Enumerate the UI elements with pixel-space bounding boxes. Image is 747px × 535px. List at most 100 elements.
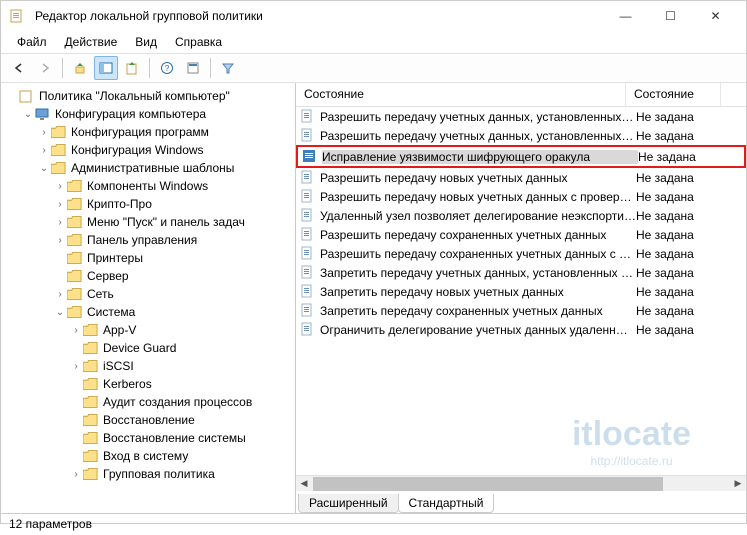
tree-system[interactable]: Система bbox=[53, 303, 293, 321]
chevron-right-icon[interactable] bbox=[53, 199, 67, 210]
folder-icon bbox=[51, 143, 67, 157]
tree-label: Конфигурация Windows bbox=[71, 143, 204, 157]
tree-win-components[interactable]: Компоненты Windows bbox=[53, 177, 293, 195]
scroll-right-icon[interactable]: ▶ bbox=[730, 478, 746, 489]
policy-row[interactable]: Запретить передачу учетных данных, устан… bbox=[296, 263, 746, 282]
tree-win-config[interactable]: Конфигурация Windows bbox=[37, 141, 293, 159]
column-header-state[interactable]: Состояние bbox=[296, 83, 626, 106]
tree-start-menu[interactable]: Меню "Пуск" и панель задач bbox=[53, 213, 293, 231]
policy-row[interactable]: Разрешить передачу новых учетных данныхН… bbox=[296, 168, 746, 187]
policy-row[interactable]: Разрешить передачу сохраненных учетных д… bbox=[296, 244, 746, 263]
menu-view[interactable]: Вид bbox=[127, 33, 165, 51]
policy-row[interactable]: Разрешить передачу учетных данных, устан… bbox=[296, 107, 746, 126]
maximize-button[interactable]: ☐ bbox=[648, 2, 693, 30]
policy-status: Не задана bbox=[636, 209, 726, 223]
nav-back-button[interactable] bbox=[7, 56, 31, 80]
chevron-right-icon[interactable] bbox=[53, 217, 67, 228]
tree-printers[interactable]: Принтеры bbox=[53, 249, 293, 267]
window-title: Редактор локальной групповой политики bbox=[35, 9, 263, 23]
policy-row[interactable]: Исправление уязвимости шифрующего оракул… bbox=[296, 145, 746, 168]
chevron-right-icon[interactable] bbox=[37, 145, 51, 156]
tree-crypto[interactable]: Крипто-Про bbox=[53, 195, 293, 213]
list-pane: Состояние Состояние Разрешить передачу у… bbox=[296, 83, 746, 513]
scroll-thumb[interactable] bbox=[313, 477, 663, 491]
tree-gp[interactable]: Групповая политика bbox=[69, 465, 293, 483]
tree-audit[interactable]: Аудит создания процессов bbox=[69, 393, 293, 411]
chevron-right-icon[interactable] bbox=[53, 181, 67, 192]
menu-help[interactable]: Справка bbox=[167, 33, 230, 51]
folder-icon bbox=[83, 377, 99, 391]
chevron-right-icon[interactable] bbox=[37, 127, 51, 138]
tree-pane[interactable]: Политика "Локальный компьютер" Конфигура… bbox=[1, 83, 296, 513]
tree-device-guard[interactable]: Device Guard bbox=[69, 339, 293, 357]
tree-label: Сервер bbox=[87, 269, 129, 283]
toolbar: ? bbox=[1, 53, 746, 83]
tree-label: Административные шаблоны bbox=[71, 161, 234, 175]
chevron-right-icon[interactable] bbox=[53, 235, 67, 246]
tree-appv[interactable]: App-V bbox=[69, 321, 293, 339]
list-body[interactable]: Разрешить передачу учетных данных, устан… bbox=[296, 107, 746, 475]
chevron-down-icon[interactable] bbox=[21, 109, 35, 120]
policy-name: Запретить передачу сохраненных учетных д… bbox=[320, 304, 636, 318]
policy-icon bbox=[300, 189, 316, 205]
app-icon bbox=[9, 9, 25, 23]
chevron-down-icon[interactable] bbox=[53, 307, 67, 318]
tree-iscsi[interactable]: iSCSI bbox=[69, 357, 293, 375]
policy-row[interactable]: Разрешить передачу сохраненных учетных д… bbox=[296, 225, 746, 244]
chevron-right-icon[interactable] bbox=[69, 469, 83, 480]
tab-extended[interactable]: Расширенный bbox=[298, 494, 399, 513]
tree-admin-templates[interactable]: Административные шаблоны bbox=[37, 159, 293, 177]
policy-row[interactable]: Ограничить делегирование учетных данных … bbox=[296, 320, 746, 339]
policy-name: Ограничить делегирование учетных данных … bbox=[320, 323, 636, 337]
nav-fwd-button[interactable] bbox=[33, 56, 57, 80]
close-button[interactable]: ✕ bbox=[693, 2, 738, 30]
tree-restore[interactable]: Восстановление bbox=[69, 411, 293, 429]
help-button[interactable]: ? bbox=[155, 56, 179, 80]
folder-icon bbox=[67, 179, 83, 193]
tree-control-panel[interactable]: Панель управления bbox=[53, 231, 293, 249]
tree-root[interactable]: Политика "Локальный компьютер" bbox=[5, 87, 293, 105]
policy-row[interactable]: Разрешить передачу учетных данных, устан… bbox=[296, 126, 746, 145]
policy-status: Не задана bbox=[636, 285, 726, 299]
horizontal-scrollbar[interactable]: ◀ ▶ bbox=[296, 475, 746, 491]
policy-name: Разрешить передачу сохраненных учетных д… bbox=[320, 228, 636, 242]
column-header-status[interactable]: Состояние bbox=[626, 83, 721, 106]
tree-prog-config[interactable]: Конфигурация программ bbox=[37, 123, 293, 141]
chevron-down-icon[interactable] bbox=[37, 163, 51, 174]
properties-button[interactable] bbox=[181, 56, 205, 80]
export-button[interactable] bbox=[120, 56, 144, 80]
policy-row[interactable]: Запретить передачу новых учетных данныхН… bbox=[296, 282, 746, 301]
policy-row[interactable]: Запретить передачу сохраненных учетных д… bbox=[296, 301, 746, 320]
tab-standard[interactable]: Стандартный bbox=[398, 494, 495, 513]
policy-name: Разрешить передачу учетных данных, устан… bbox=[320, 110, 636, 124]
tree-logon[interactable]: Вход в систему bbox=[69, 447, 293, 465]
tree-network[interactable]: Сеть bbox=[53, 285, 293, 303]
policy-status: Не задана bbox=[636, 247, 726, 261]
scroll-left-icon[interactable]: ◀ bbox=[296, 478, 312, 489]
show-hide-tree-button[interactable] bbox=[94, 56, 118, 80]
chevron-right-icon[interactable] bbox=[69, 361, 83, 372]
tree-kerberos[interactable]: Kerberos bbox=[69, 375, 293, 393]
tree-computer-config[interactable]: Конфигурация компьютера bbox=[21, 105, 293, 123]
tree-server[interactable]: Сервер bbox=[53, 267, 293, 285]
menu-file[interactable]: Файл bbox=[9, 33, 55, 51]
policy-row[interactable]: Разрешить передачу новых учетных данных … bbox=[296, 187, 746, 206]
chevron-right-icon[interactable] bbox=[69, 325, 83, 336]
minimize-button[interactable]: — bbox=[603, 2, 648, 30]
chevron-right-icon[interactable] bbox=[53, 289, 67, 300]
policy-name: Исправление уязвимости шифрующего оракул… bbox=[322, 150, 638, 164]
policy-name: Запретить передачу учетных данных, устан… bbox=[320, 266, 636, 280]
policy-status: Не задана bbox=[638, 150, 728, 164]
menu-action[interactable]: Действие bbox=[57, 33, 126, 51]
policy-icon bbox=[300, 109, 316, 125]
policy-icon bbox=[300, 265, 316, 281]
tree-root-label: Политика "Локальный компьютер" bbox=[39, 89, 230, 103]
tree-sysrestore[interactable]: Восстановление системы bbox=[69, 429, 293, 447]
filter-button[interactable] bbox=[216, 56, 240, 80]
tree-label: Device Guard bbox=[103, 341, 176, 355]
titlebar: Редактор локальной групповой политики — … bbox=[1, 1, 746, 31]
up-button[interactable] bbox=[68, 56, 92, 80]
policy-row[interactable]: Удаленный узел позволяет делегирование н… bbox=[296, 206, 746, 225]
folder-icon bbox=[83, 323, 99, 337]
tree-label: iSCSI bbox=[103, 359, 134, 373]
